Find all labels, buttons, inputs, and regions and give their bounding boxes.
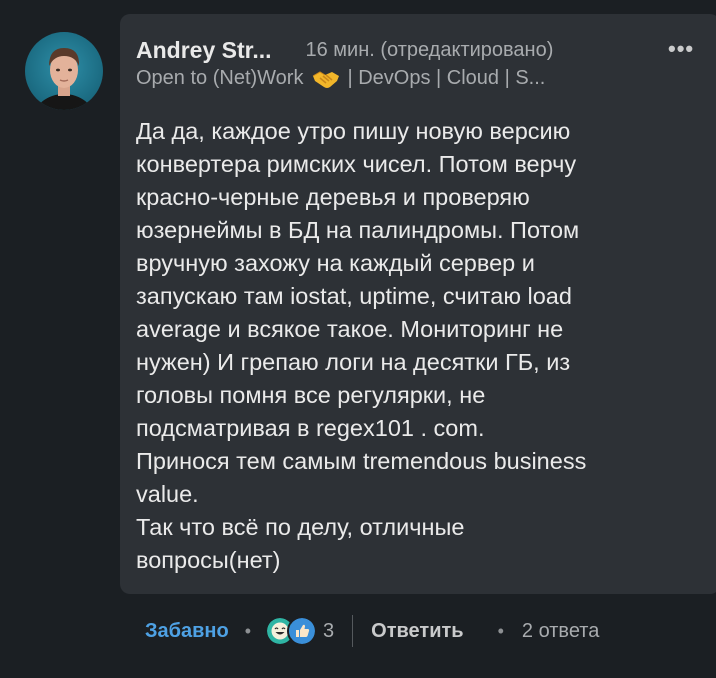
comment-text-line: юзернеймы в БД на палиндромы. Потом [136,217,580,243]
headline-text-start: Open to (Net)Work [136,67,304,89]
actions-divider [352,615,354,647]
comment-text-line: запускаю там iostat, uptime, считаю load [136,283,572,309]
comment-text-line: вручную захожу на каждый сервер и [136,250,535,276]
reactions-summary[interactable]: 3 [265,616,334,646]
comment-text-line: вопросы(нет) [136,547,281,573]
comment-text-line: нужен) И грепаю логи на десятки ГБ, из [136,349,571,375]
avatar[interactable] [25,32,103,110]
comment-bubble: Andrey Str... 16 мин. (отредактировано) … [120,14,716,594]
comment-text-line: Да да, каждое утро пишу новую версию [136,118,571,144]
comment-thread: Andrey Str... 16 мин. (отредактировано) … [0,0,716,678]
like-reaction-icon [287,616,318,646]
handshake-icon [311,68,341,90]
separator-dot: • [497,620,504,641]
comment-text-line: Так что всё по делу, отличные [136,514,465,540]
comment-timestamp: 16 мин. (отредактировано) [305,38,554,61]
comment-text-line: Принося тем самым tremendous business [136,448,587,474]
avatar-portrait-icon [35,48,93,110]
comment-actions: Забавно • 3 Ответить • 2 ответа [145,614,599,648]
author-headline: Open to (Net)Work | DevOps | Cloud | S..… [136,67,545,90]
replies-count-link[interactable]: 2 ответа [522,620,599,643]
reply-button[interactable]: Ответить [371,620,463,643]
comment-text-line: конвертера римских чисел. Потом верчу [136,151,577,177]
reaction-count: 3 [323,619,335,642]
separator-dot: • [244,620,252,641]
comment-text-line: головы помня все регулярки, не [136,382,486,408]
comment-text-line: average и всякое такое. Мониторинг не [136,316,564,342]
comment-text-line: красно-черные деревья и проверяю [136,184,530,210]
comment-text-line: подсматривая в regex101 . com. [136,415,485,441]
comment-text: Да да, каждое утро пишу новую версию кон… [136,115,706,577]
more-options-icon[interactable]: ••• [668,36,694,62]
comment-header: Andrey Str... 16 мин. (отредактировано) [136,35,553,65]
comment-text-line: value. [136,481,199,507]
reaction-button[interactable]: Забавно [145,620,229,643]
author-name[interactable]: Andrey Str... [136,37,271,64]
headline-text-end: | DevOps | Cloud | S... [347,67,546,89]
